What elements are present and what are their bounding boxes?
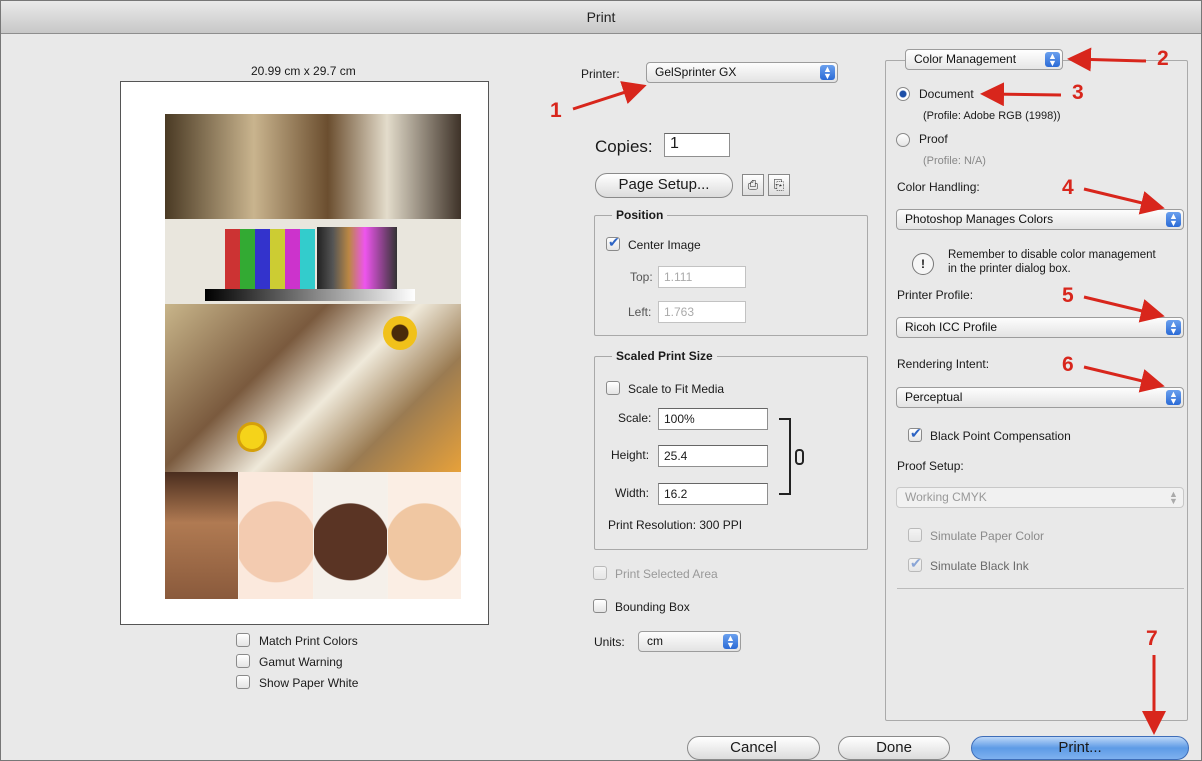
annotation-2: 2 — [1157, 47, 1169, 70]
annotation-6: 6 — [1062, 353, 1074, 376]
annotation-4: 4 — [1062, 176, 1074, 199]
arrow-3 — [980, 82, 1062, 107]
print-dialog: Print 20.99 cm x 29.7 cm Match Print Col… — [0, 0, 1202, 761]
annotation-5: 5 — [1062, 284, 1074, 307]
annotation-1: 1 — [550, 99, 562, 122]
annotation-arrows — [572, 47, 1166, 735]
arrow-1 — [572, 81, 647, 111]
arrow-2 — [1067, 47, 1147, 72]
arrow-4 — [1083, 187, 1165, 215]
arrow-6 — [1083, 365, 1165, 393]
arrow-5 — [1083, 295, 1165, 323]
annotation-3: 3 — [1072, 81, 1084, 104]
annotation-7: 7 — [1146, 627, 1158, 650]
